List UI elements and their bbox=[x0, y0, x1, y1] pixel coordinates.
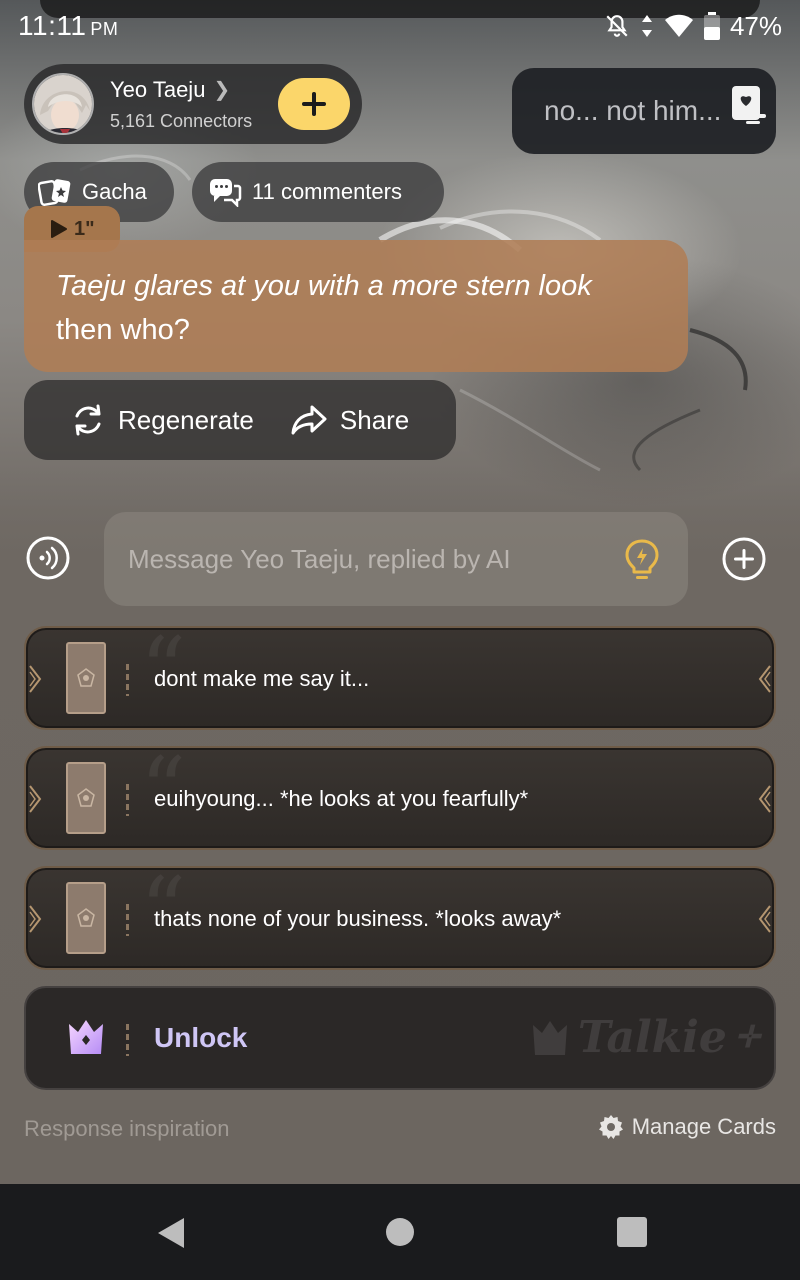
card-thumbnail bbox=[66, 642, 106, 714]
voice-call-icon[interactable] bbox=[26, 536, 70, 580]
unlock-label: Unlock bbox=[154, 1022, 248, 1053]
card-edge-ornament-icon bbox=[758, 785, 771, 813]
share-label: Share bbox=[339, 404, 410, 435]
play-icon bbox=[51, 220, 67, 238]
back-icon[interactable] bbox=[156, 1216, 186, 1250]
plus-icon bbox=[302, 92, 326, 116]
recents-icon[interactable] bbox=[617, 1217, 647, 1247]
comments-icon bbox=[210, 179, 242, 207]
status-time: 11:11 PM bbox=[18, 10, 118, 42]
response-inspiration-label: Response inspiration bbox=[24, 1116, 230, 1141]
message-input[interactable]: Message Yeo Taeju, replied by AI bbox=[104, 512, 688, 606]
card-divider bbox=[126, 664, 129, 696]
connectors-count: 5,161 Connectors bbox=[110, 110, 253, 131]
wifi-icon bbox=[664, 14, 693, 37]
share-icon bbox=[291, 405, 327, 435]
talkie-watermark-text: Talkie bbox=[577, 1012, 727, 1063]
message-speech-text: then who? bbox=[56, 314, 190, 346]
regenerate-button[interactable]: Regenerate bbox=[70, 402, 254, 438]
manage-cards-button[interactable]: Manage Cards bbox=[598, 1114, 776, 1140]
message-input-placeholder: Message Yeo Taeju, replied by AI bbox=[128, 543, 511, 574]
message-actions: Regenerate Share bbox=[24, 380, 456, 460]
status-ampm: PM bbox=[90, 19, 119, 39]
whisper-text: no... not him... bbox=[544, 95, 722, 126]
lightbulb-icon[interactable] bbox=[624, 538, 660, 582]
manage-cards-label: Manage Cards bbox=[631, 1114, 776, 1139]
plus-circle-icon[interactable] bbox=[722, 537, 766, 581]
response-card[interactable]: “ thats none of your business. *looks aw… bbox=[24, 866, 776, 970]
avatar[interactable] bbox=[32, 73, 94, 135]
crown-icon bbox=[69, 1020, 103, 1054]
response-card[interactable]: “ dont make me say it... bbox=[24, 626, 776, 730]
share-button[interactable]: Share bbox=[290, 403, 409, 437]
avatar-image bbox=[34, 75, 92, 133]
character-name: Yeo Taeju bbox=[110, 76, 206, 102]
gacha-label: Gacha bbox=[82, 179, 147, 204]
talkie-watermark: Talkie ✛ bbox=[530, 1012, 760, 1063]
card-divider bbox=[126, 1024, 129, 1056]
battery-percent: 47% bbox=[729, 10, 782, 41]
card-emblem-icon bbox=[77, 788, 95, 807]
card-divider bbox=[126, 904, 129, 936]
commenters-label: 11 commenters bbox=[252, 179, 402, 204]
status-bar: 11:11 PM 47% bbox=[0, 0, 800, 52]
response-card[interactable]: “ euihyoung... *he looks at you fearfull… bbox=[24, 746, 776, 850]
system-nav-bar bbox=[0, 1184, 800, 1280]
audio-length: 1" bbox=[74, 217, 95, 240]
talkie-crown-icon bbox=[532, 1020, 567, 1055]
home-icon[interactable] bbox=[386, 1218, 414, 1246]
unlock-card[interactable]: Unlock Talkie ✛ bbox=[24, 986, 776, 1090]
whisper-bubble[interactable]: no... not him... bbox=[512, 68, 776, 154]
gacha-cards-icon bbox=[38, 179, 71, 206]
refresh-icon bbox=[75, 404, 101, 436]
character-header[interactable]: Yeo Taeju ❯ 5,161 Connectors bbox=[24, 64, 362, 144]
battery-icon bbox=[703, 12, 720, 40]
message-action-text: Taeju glares at you with a more stern lo… bbox=[56, 270, 592, 302]
bell-off-icon bbox=[606, 15, 628, 37]
character-name-row[interactable]: Yeo Taeju ❯ bbox=[110, 77, 252, 103]
character-info: Yeo Taeju ❯ 5,161 Connectors bbox=[110, 77, 252, 132]
card-thumbnail bbox=[66, 762, 106, 834]
card-edge-ornament-icon bbox=[29, 785, 42, 813]
status-time-value: 11:11 bbox=[18, 10, 87, 41]
card-emblem-icon bbox=[77, 668, 95, 687]
card-edge-ornament-icon bbox=[758, 905, 771, 933]
card-divider bbox=[126, 784, 129, 816]
card-emblem-icon bbox=[77, 908, 95, 927]
sparkle-icon: ✛ bbox=[734, 1020, 760, 1055]
gear-icon bbox=[598, 1115, 623, 1139]
character-message-bubble[interactable]: Taeju glares at you with a more stern lo… bbox=[24, 240, 688, 372]
card-edge-ornament-icon bbox=[29, 665, 42, 693]
card-edge-ornament-icon bbox=[758, 665, 771, 693]
memory-book-icon[interactable] bbox=[728, 84, 768, 128]
card-text: thats none of your business. *looks away… bbox=[154, 906, 562, 931]
card-text: dont make me say it... bbox=[154, 666, 370, 691]
card-thumbnail bbox=[66, 882, 106, 954]
status-icons: 47% bbox=[604, 11, 782, 42]
chevron-right-icon: ❯ bbox=[213, 79, 231, 101]
data-arrows-icon bbox=[641, 15, 652, 37]
commenters-chip[interactable]: 11 commenters bbox=[192, 162, 444, 222]
regenerate-label: Regenerate bbox=[118, 404, 254, 435]
card-edge-ornament-icon bbox=[29, 905, 42, 933]
follow-button[interactable] bbox=[278, 78, 350, 130]
card-text: euihyoung... *he looks at you fearfully* bbox=[154, 786, 529, 811]
